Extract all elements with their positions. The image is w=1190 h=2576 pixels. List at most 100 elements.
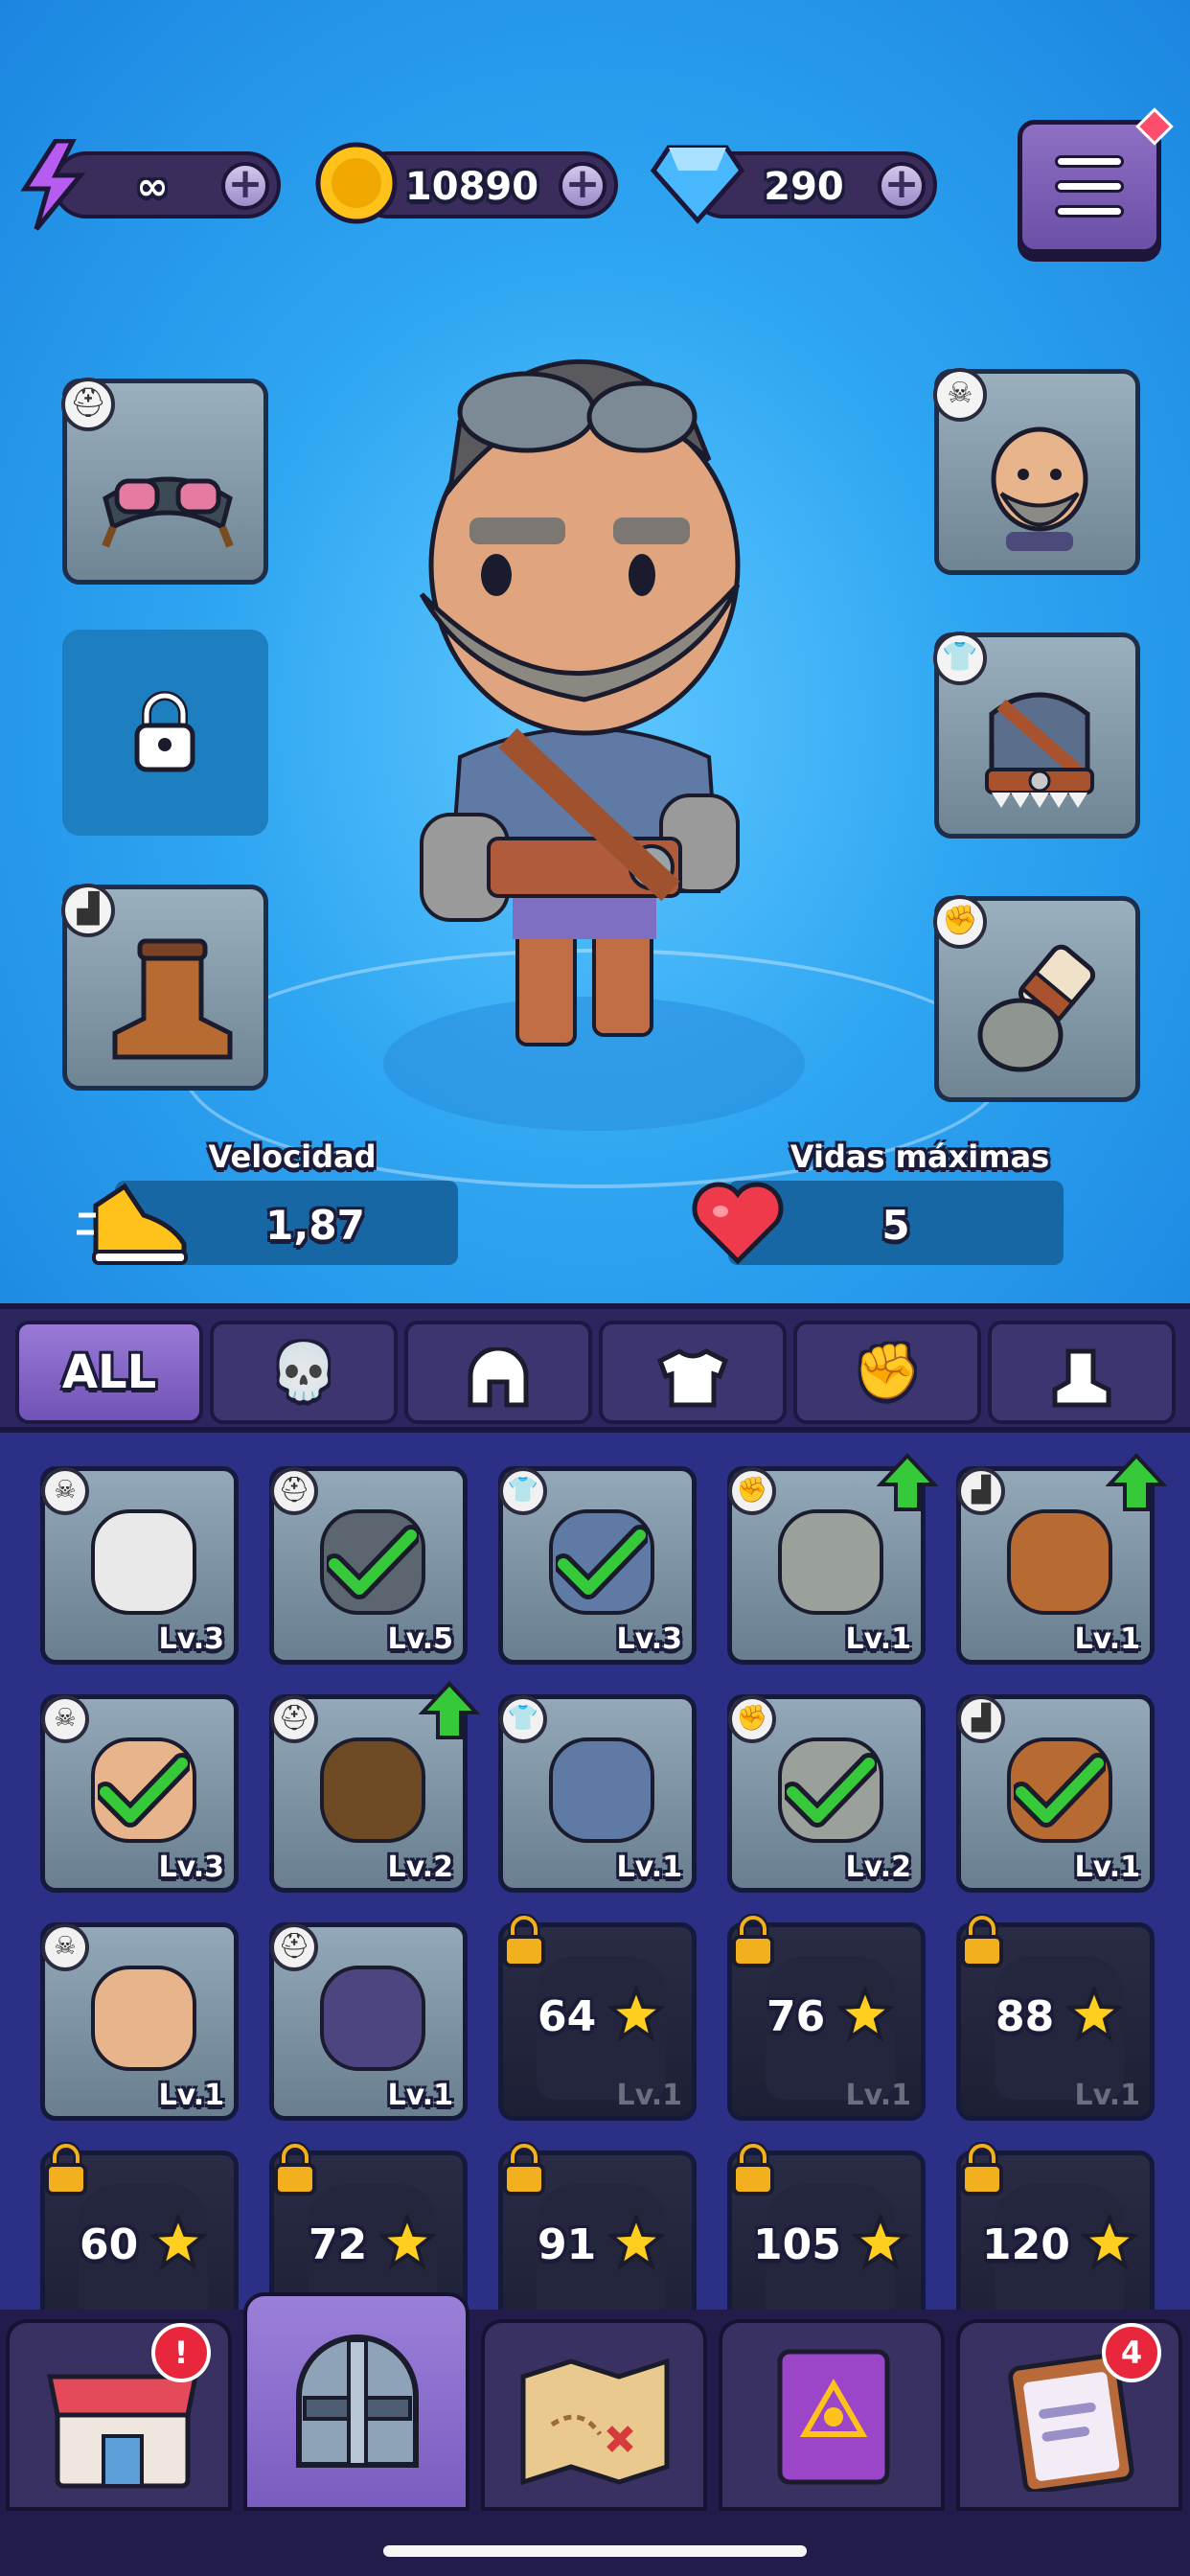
star-icon	[379, 2215, 435, 2270]
tab-all[interactable]: ALL	[15, 1321, 203, 1424]
inventory-item-dark-hair-face[interactable]: ☠ Lv.1	[40, 1922, 239, 2121]
item-level: Lv.3	[158, 1622, 225, 1656]
goggles-icon	[102, 476, 234, 548]
tab-gloves[interactable]: ✊	[793, 1321, 981, 1424]
dark-hair-face-icon	[91, 1966, 196, 2071]
menu-button[interactable]	[1018, 107, 1174, 254]
slot-helmet[interactable]: ⛑	[61, 378, 268, 585]
gem-icon	[650, 145, 745, 224]
fist-icon: ✊	[854, 1341, 921, 1403]
helmet-icon: ⛑	[270, 1467, 318, 1515]
slot-locked	[62, 630, 268, 836]
gems-plus-button[interactable]: +	[878, 162, 926, 210]
fist-icon: ✊	[728, 1467, 776, 1515]
coins-value: 10890	[404, 165, 539, 209]
slot-armor[interactable]: 👕	[933, 632, 1140, 839]
inventory-item-locked-glove-2[interactable]: 105	[727, 2142, 926, 2310]
helmet-icon: ⛑	[270, 1695, 318, 1743]
padlock-icon	[732, 1914, 774, 1967]
menu-notification-gem	[1135, 107, 1174, 146]
skull-icon: ☠	[41, 1695, 89, 1743]
unlock-cost: 88	[995, 1992, 1055, 2041]
slot-head[interactable]: ☠	[933, 368, 1140, 575]
gems-value: 290	[764, 165, 844, 209]
inventory-item-bear-hood[interactable]: ⛑ Lv.2	[269, 1681, 480, 1893]
inventory-item-goggles[interactable]: ⛑ Lv.5	[269, 1466, 468, 1665]
padlock-icon	[961, 2142, 1003, 2196]
leather-vest-icon	[985, 692, 1094, 808]
inventory-item-locked-armor[interactable]: 64 Lv.1	[498, 1914, 697, 2121]
item-level: Lv.1	[1074, 1622, 1141, 1656]
unlock-cost: 105	[753, 2220, 841, 2269]
tool-vest-icon	[549, 1737, 654, 1843]
upgrade-arrow-icon	[419, 1681, 480, 1739]
fist-icon: ✊	[728, 1695, 776, 1743]
lives-label: Vidas máximas	[790, 1138, 1050, 1175]
nav-map[interactable]	[481, 2319, 707, 2511]
lock-icon	[134, 691, 195, 772]
tab-helmet[interactable]	[404, 1321, 592, 1424]
sneaker-icon	[77, 1183, 188, 1265]
star-icon	[837, 1987, 893, 2042]
inventory-item-locked-horned[interactable]: 72	[269, 2142, 468, 2310]
energy-value: ∞	[136, 165, 169, 209]
star-icon	[1082, 2215, 1137, 2270]
coins-plus-button[interactable]: +	[559, 162, 606, 210]
inventory-item-skull[interactable]: ☠ Lv.3	[40, 1466, 239, 1665]
slot-boots[interactable]: ▟	[61, 884, 268, 1091]
boot-icon	[1052, 1348, 1111, 1408]
item-level: Lv.3	[158, 1851, 225, 1884]
skull-icon	[91, 1509, 196, 1615]
boot-icon: ▟	[957, 1467, 1005, 1515]
item-level: Lv.1	[616, 2079, 683, 2112]
inventory-item-locked-antler[interactable]: 60	[40, 2142, 239, 2310]
heart-icon	[692, 1182, 784, 1265]
map-icon	[520, 2358, 670, 2486]
armor-icon: 👕	[499, 1695, 547, 1743]
inventory-item-locked-boot-2[interactable]: 120	[956, 2142, 1155, 2310]
slot-gloves[interactable]: ✊	[933, 895, 1140, 1102]
tab-skull[interactable]: 💀	[210, 1321, 398, 1424]
gauntlet-icon	[778, 1509, 883, 1615]
equipped-check-icon	[1014, 1753, 1106, 1828]
unlock-cost: 72	[309, 2220, 368, 2269]
bald-face-icon	[991, 426, 1088, 551]
boot-icon	[1007, 1509, 1112, 1615]
energy-bar: ∞ +	[53, 151, 281, 218]
item-level: Lv.3	[616, 1622, 683, 1656]
item-level: Lv.1	[1074, 1851, 1141, 1884]
armor-icon	[656, 1348, 729, 1408]
helmet-icon: ⛑	[270, 1923, 318, 1971]
bear-hood-icon	[320, 1737, 425, 1843]
inventory-item-boot[interactable]: ▟ Lv.1	[956, 1694, 1155, 1893]
padlock-icon	[732, 2142, 774, 2196]
quests-badge: 4	[1102, 2323, 1161, 2382]
equipped-check-icon	[327, 1525, 419, 1599]
inventory-item-locked-boot[interactable]: 88 Lv.1	[956, 1914, 1155, 2121]
inventory-item-locked-armor-2[interactable]: 91	[498, 2142, 697, 2310]
inventory-item-boot[interactable]: ▟ Lv.1	[956, 1453, 1167, 1665]
home-indicator	[383, 2545, 807, 2557]
speed-value: 1,87	[265, 1202, 365, 1249]
nav-equipment[interactable]	[243, 2292, 469, 2511]
nav-spellbook[interactable]	[719, 2319, 945, 2511]
lightning-icon	[20, 139, 86, 231]
item-level: Lv.5	[387, 1622, 454, 1656]
energy-plus-button[interactable]: +	[221, 162, 269, 210]
inventory-item-tool-vest[interactable]: 👕 Lv.1	[498, 1694, 697, 1893]
nav-shop[interactable]: !	[6, 2319, 232, 2511]
inventory-item-bald-face[interactable]: ☠ Lv.3	[40, 1694, 239, 1893]
inventory-item-gauntlet[interactable]: ✊ Lv.1	[727, 1453, 938, 1665]
nav-quests[interactable]: 4	[956, 2319, 1182, 2511]
skull-icon: ☠	[41, 1467, 89, 1515]
inventory-item-gauntlet[interactable]: ✊ Lv.2	[727, 1694, 926, 1893]
tab-boots[interactable]	[988, 1321, 1176, 1424]
inventory-item-leather-vest[interactable]: 👕 Lv.3	[498, 1466, 697, 1665]
inventory-item-purple-hood[interactable]: ⛑ Lv.1	[269, 1922, 468, 2121]
upgrade-arrow-icon	[1106, 1453, 1167, 1511]
shop-badge: !	[151, 2323, 211, 2382]
tab-armor[interactable]	[599, 1321, 787, 1424]
armor-icon: 👕	[499, 1467, 547, 1515]
bottom-navigation: ! 4	[0, 2292, 1190, 2576]
inventory-item-locked-glove[interactable]: 76 Lv.1	[727, 1914, 926, 2121]
